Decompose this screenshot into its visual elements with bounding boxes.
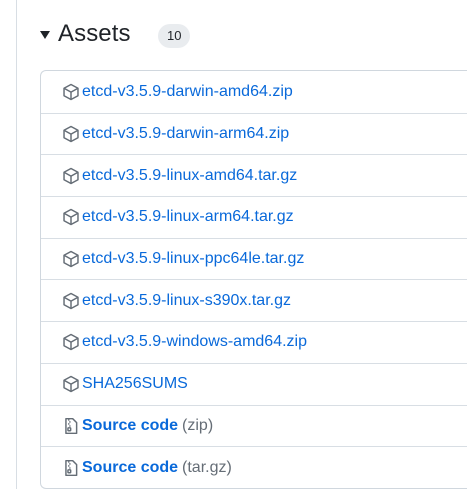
asset-name: etcd-v3.5.9-darwin-arm64.zip	[82, 125, 290, 143]
asset-row: etcd-v3.5.9-windows-amd64.zip	[41, 321, 467, 363]
asset-row: etcd-v3.5.9-linux-s390x.tar.gz	[41, 279, 467, 321]
asset-name: etcd-v3.5.9-windows-amd64.zip	[82, 333, 307, 351]
asset-name: etcd-v3.5.9-linux-ppc64le.tar.gz	[82, 250, 305, 268]
package-icon	[62, 375, 80, 393]
asset-link-darwin-arm64-zip[interactable]: etcd-v3.5.9-darwin-arm64.zip	[62, 124, 289, 144]
package-icon	[62, 208, 80, 226]
package-icon	[62, 125, 80, 143]
asset-name: etcd-v3.5.9-linux-amd64.tar.gz	[82, 166, 298, 184]
source-format-suffix: (zip)	[182, 416, 214, 434]
package-icon	[62, 83, 80, 101]
asset-row: etcd-v3.5.9-linux-arm64.tar.gz	[41, 196, 467, 238]
assets-title: Assets	[58, 20, 131, 47]
asset-link-linux-s390x-tar-gz[interactable]: etcd-v3.5.9-linux-s390x.tar.gz	[62, 291, 291, 311]
asset-name: etcd-v3.5.9-linux-s390x.tar.gz	[82, 291, 291, 309]
assets-list: etcd-v3.5.9-darwin-amd64.zip etcd-v3.5.9…	[40, 70, 467, 489]
asset-row: etcd-v3.5.9-linux-ppc64le.tar.gz	[41, 237, 467, 280]
package-icon	[62, 250, 80, 268]
asset-link-linux-ppc64le-tar-gz[interactable]: etcd-v3.5.9-linux-ppc64le.tar.gz	[62, 249, 304, 269]
asset-name: etcd-v3.5.9-linux-arm64.tar.gz	[82, 208, 294, 226]
asset-row: etcd-v3.5.9-linux-amd64.tar.gz	[41, 154, 467, 196]
source-code-label: Source code	[82, 458, 179, 476]
source-code-label: Source code	[82, 416, 179, 434]
file-zip-icon	[62, 417, 80, 435]
asset-row: etcd-v3.5.9-darwin-amd64.zip	[41, 71, 467, 113]
asset-row: Source code (tar.gz)	[41, 446, 467, 488]
source-code-zip-link[interactable]: Source code (zip)	[62, 416, 213, 436]
asset-link-linux-arm64-tar-gz[interactable]: etcd-v3.5.9-linux-arm64.tar.gz	[62, 207, 294, 227]
package-icon	[62, 333, 80, 351]
caret-down-icon	[40, 31, 50, 39]
asset-link-sha256sums[interactable]: SHA256SUMS	[62, 374, 188, 394]
asset-link-windows-amd64-zip[interactable]: etcd-v3.5.9-windows-amd64.zip	[62, 332, 307, 352]
assets-count-badge: 10	[158, 24, 191, 48]
package-icon	[62, 292, 80, 310]
asset-link-linux-amd64-tar-gz[interactable]: etcd-v3.5.9-linux-amd64.tar.gz	[62, 166, 297, 186]
source-format-suffix: (tar.gz)	[182, 458, 232, 476]
asset-row: SHA256SUMS	[41, 362, 467, 405]
asset-row: etcd-v3.5.9-darwin-arm64.zip	[41, 112, 467, 155]
asset-name: etcd-v3.5.9-darwin-amd64.zip	[82, 82, 293, 100]
asset-row: Source code (zip)	[41, 404, 467, 447]
source-code-tar-gz-link[interactable]: Source code (tar.gz)	[62, 458, 232, 478]
file-zip-icon	[62, 459, 80, 477]
assets-summary-toggle[interactable]: Assets	[40, 18, 131, 50]
asset-link-darwin-amd64-zip[interactable]: etcd-v3.5.9-darwin-amd64.zip	[62, 82, 293, 102]
asset-name: SHA256SUMS	[82, 375, 188, 393]
left-divider-rule	[16, 0, 17, 489]
package-icon	[62, 167, 80, 185]
